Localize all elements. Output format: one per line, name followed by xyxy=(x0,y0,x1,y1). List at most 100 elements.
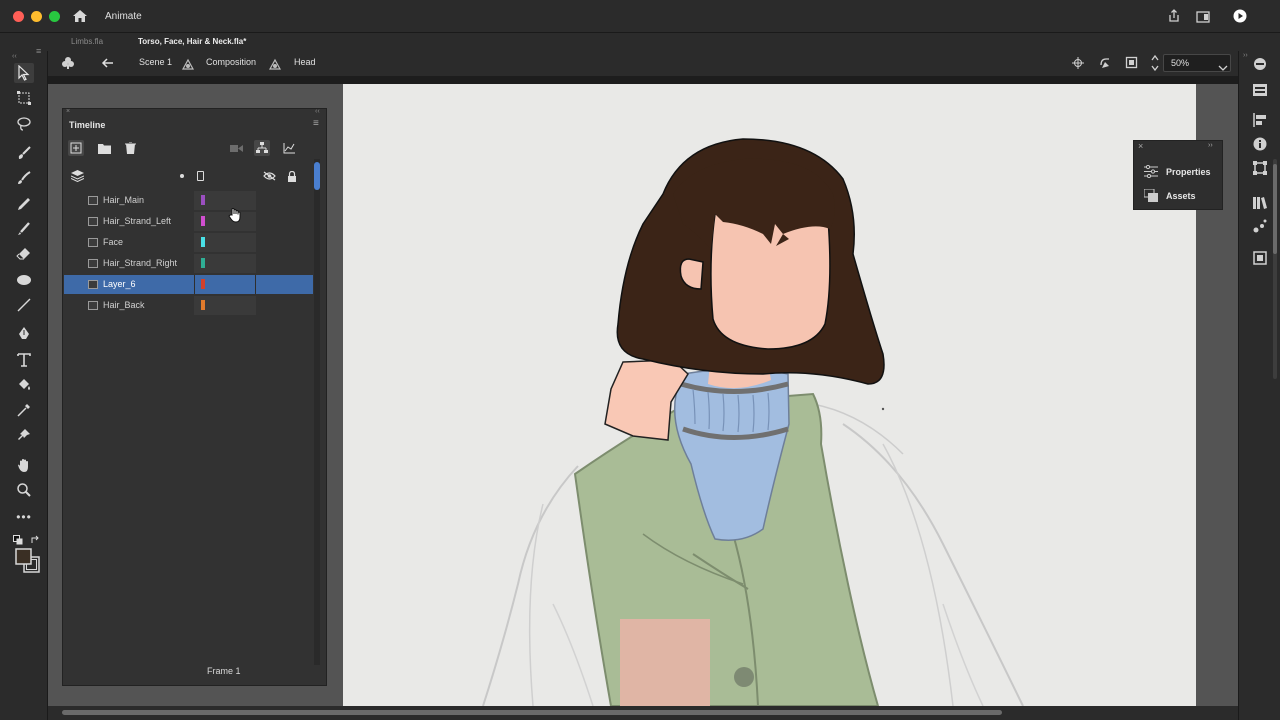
layer-color-swatch[interactable] xyxy=(201,279,205,289)
rotate-stage-icon[interactable] xyxy=(1098,56,1112,70)
layer-color-swatch[interactable] xyxy=(201,195,205,205)
lasso-tool-icon[interactable] xyxy=(14,114,34,134)
zoom-stepper-icon[interactable] xyxy=(1150,53,1160,73)
share-icon[interactable] xyxy=(1167,9,1181,23)
layer-row-hair-strand-right[interactable]: Hair_Strand_Right xyxy=(64,254,314,273)
symbol-icon xyxy=(268,57,282,70)
free-transform-tool-icon[interactable] xyxy=(14,88,34,108)
default-colors-icon[interactable] xyxy=(13,532,23,545)
close-panel-icon[interactable]: × xyxy=(66,108,70,115)
assets-dock-icon[interactable] xyxy=(1251,57,1269,71)
dock-scrollbar[interactable] xyxy=(1273,159,1277,379)
layers-icon[interactable] xyxy=(69,168,85,184)
chevron-down-icon[interactable] xyxy=(1218,59,1228,71)
layer-color-swatch[interactable] xyxy=(201,300,205,310)
hand-tool-icon[interactable] xyxy=(14,455,34,475)
tab-torso-face-hair-neck[interactable]: Torso, Face, Hair & Neck.fla* xyxy=(138,37,246,46)
show-outlines-icon[interactable] xyxy=(197,171,204,181)
oval-tool-icon[interactable] xyxy=(14,270,34,290)
edit-bar: Scene 1 Composition Head 50% xyxy=(48,51,1238,76)
layer-row-hair-main[interactable]: Hair_Main xyxy=(64,191,314,210)
eraser-tool-icon[interactable] xyxy=(14,244,34,264)
highlight-layers-icon[interactable] xyxy=(180,174,184,178)
more-tools-icon[interactable]: ••• xyxy=(14,507,34,527)
hand-cursor-icon xyxy=(228,207,242,223)
layer-color-swatch[interactable] xyxy=(201,237,205,247)
collapse-dock-icon[interactable]: ›› xyxy=(1243,52,1248,59)
new-folder-icon[interactable] xyxy=(96,140,112,156)
properties-dock-icon[interactable] xyxy=(1253,83,1267,96)
close-window-button[interactable] xyxy=(13,11,24,22)
align-dock-icon[interactable] xyxy=(1253,113,1267,127)
assets-icon xyxy=(1144,189,1158,202)
swap-colors-icon[interactable] xyxy=(30,532,40,543)
info-dock-icon[interactable] xyxy=(1253,137,1267,151)
library-dock-icon[interactable] xyxy=(1253,195,1267,209)
lock-icon[interactable] xyxy=(284,168,300,184)
test-movie-play-icon[interactable] xyxy=(1233,9,1247,23)
collapse-timeline-icon[interactable]: ‹‹ xyxy=(315,108,320,115)
panel-menu-icon[interactable]: ≡ xyxy=(313,118,319,129)
paint-brush-tool-icon[interactable] xyxy=(14,143,34,163)
collapse-panel-icon[interactable]: ‹‹ xyxy=(12,53,17,60)
layer-name: Hair_Strand_Left xyxy=(103,216,172,226)
title-bar: Animate xyxy=(0,0,1280,33)
center-stage-icon[interactable] xyxy=(1072,56,1084,69)
horizontal-scroll-thumb[interactable] xyxy=(62,710,1002,715)
layer-color-swatch[interactable] xyxy=(201,258,205,268)
timeline-scroll-thumb[interactable] xyxy=(314,162,320,190)
zoom-window-button[interactable] xyxy=(49,11,60,22)
motion-presets-dock-icon[interactable] xyxy=(1253,219,1267,233)
right-dock: ›› xyxy=(1238,51,1280,720)
horizontal-scrollbar[interactable] xyxy=(48,706,1238,720)
layer-row-hair-back[interactable]: Hair_Back xyxy=(64,296,314,315)
layer-name: Layer_6 xyxy=(103,279,136,289)
selection-tool-icon[interactable] xyxy=(14,63,34,83)
timeline-scrollbar[interactable] xyxy=(314,159,320,665)
delete-layer-icon[interactable] xyxy=(122,140,138,156)
new-layer-icon[interactable] xyxy=(68,140,84,156)
paint-bucket-tool-icon[interactable] xyxy=(14,375,34,395)
layer-row-hair-strand-left[interactable]: Hair_Strand_Left xyxy=(64,212,314,231)
pin-tool-icon[interactable] xyxy=(14,425,34,445)
clip-content-icon[interactable] xyxy=(1125,56,1138,69)
frame-picker-dock-icon[interactable] xyxy=(1253,251,1267,265)
transform-dock-icon[interactable] xyxy=(1253,161,1267,175)
close-panel-icon[interactable]: × xyxy=(1138,141,1143,151)
panel-menu-icon[interactable]: ≡ xyxy=(36,46,41,56)
text-tool-icon[interactable] xyxy=(14,350,34,370)
pen-tool-icon[interactable] xyxy=(14,324,34,344)
stroke-fill-color-swatch[interactable] xyxy=(15,548,41,574)
layer-color-swatch[interactable] xyxy=(201,216,205,226)
tab-limbs[interactable]: Limbs.fla xyxy=(71,37,103,46)
layer-name: Hair_Main xyxy=(103,195,145,205)
home-icon[interactable] xyxy=(72,9,88,23)
camera-icon[interactable] xyxy=(228,140,244,156)
minimize-window-button[interactable] xyxy=(31,11,42,22)
fluid-brush-tool-icon[interactable] xyxy=(14,219,34,239)
layer-row-layer-6[interactable]: Layer_6 xyxy=(64,275,313,294)
workspace-icon[interactable] xyxy=(1196,10,1210,23)
hide-layers-icon[interactable] xyxy=(261,168,277,184)
breadcrumb-head[interactable]: Head xyxy=(294,57,316,67)
breadcrumb-composition[interactable]: Composition xyxy=(206,57,256,67)
zoom-tool-icon[interactable] xyxy=(14,480,34,500)
back-arrow-icon[interactable] xyxy=(101,56,115,70)
expand-panel-icon[interactable]: ›› xyxy=(1208,142,1213,149)
eyedropper-tool-icon[interactable] xyxy=(14,400,34,420)
properties-label: Properties xyxy=(1166,167,1211,177)
layer-icon xyxy=(88,301,98,310)
edit-symbols-icon[interactable] xyxy=(60,56,76,70)
assets-panel-tab[interactable]: Assets xyxy=(1134,185,1222,207)
line-tool-icon[interactable] xyxy=(14,295,34,315)
pencil-tool-icon[interactable] xyxy=(14,194,34,214)
breadcrumb-scene[interactable]: Scene 1 xyxy=(139,57,172,67)
layer-icon xyxy=(88,238,98,247)
brush-tool-icon[interactable] xyxy=(14,168,34,188)
stage[interactable] xyxy=(343,84,1196,706)
properties-panel-tab[interactable]: Properties xyxy=(1134,161,1222,183)
layer-depth-icon[interactable] xyxy=(281,140,297,156)
zoom-value: 50% xyxy=(1171,58,1190,68)
layer-row-face[interactable]: Face xyxy=(64,233,314,252)
parenting-view-icon[interactable] xyxy=(254,140,270,156)
